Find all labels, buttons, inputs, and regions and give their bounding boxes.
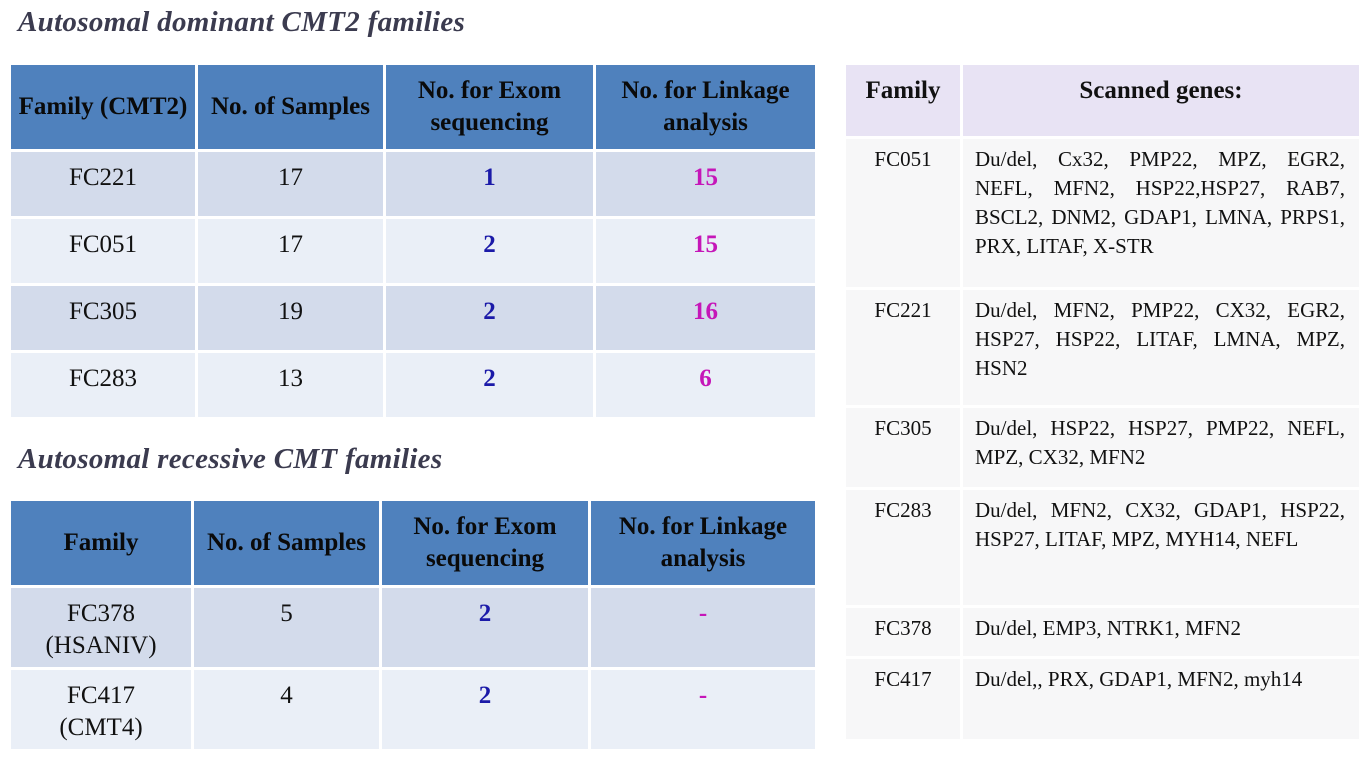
header-scanned-genes: Scanned genes: <box>963 65 1359 136</box>
family-cell: FC221 <box>846 290 960 405</box>
exom-cell: 1 <box>386 152 593 216</box>
exom-cell: 2 <box>386 219 593 283</box>
header-family: Family <box>11 501 191 585</box>
family-cell: FC283 <box>11 353 195 417</box>
header-linkage: No. for Linkage analysis <box>591 501 815 585</box>
table-row: FC221 17 1 15 <box>11 152 815 216</box>
table-row: FC378 (HSANIV) 5 2 - <box>11 588 815 667</box>
family-id: FC378 <box>66 600 136 627</box>
recessive-title: Autosomal recessive CMT families <box>18 443 443 475</box>
scanned-genes-table: Family Scanned genes: FC051 Du/del, Cx32… <box>843 62 1362 742</box>
genes-cell: Du/del, EMP3, NTRK1, MFN2 <box>963 608 1359 656</box>
family-cell: FC051 <box>11 219 195 283</box>
linkage-cell: - <box>591 588 815 667</box>
exom-cell: 2 <box>386 286 593 350</box>
table-row: FC051 Du/del, Cx32, PMP22, MPZ, EGR2, NE… <box>846 139 1359 287</box>
exom-cell: 2 <box>382 588 588 667</box>
family-subtype: (HSANIV) <box>45 632 157 659</box>
family-subtype: (CMT4) <box>59 714 143 741</box>
family-id: FC417 <box>66 682 136 709</box>
genes-cell: Du/del, MFN2, PMP22, CX32, EGR2, HSP27, … <box>963 290 1359 405</box>
family-cell: FC221 <box>11 152 195 216</box>
family-cell: FC378 <box>846 608 960 656</box>
linkage-cell: 15 <box>596 152 815 216</box>
recessive-families-table: Family No. of Samples No. for Exom seque… <box>8 498 818 752</box>
header-exom: No. for Exom sequencing <box>386 65 593 149</box>
family-cell: FC305 <box>846 408 960 487</box>
family-cell: FC417 <box>846 659 960 739</box>
genes-cell: Du/del, Cx32, PMP22, MPZ, EGR2, NEFL, MF… <box>963 139 1359 287</box>
table-row: FC283 Du/del, MFN2, CX32, GDAP1, HSP22, … <box>846 490 1359 605</box>
table-header-row: Family Scanned genes: <box>846 65 1359 136</box>
family-cell: FC283 <box>846 490 960 605</box>
genes-cell: Du/del, HSP22, HSP27, PMP22, NEFL, MPZ, … <box>963 408 1359 487</box>
table-row: FC221 Du/del, MFN2, PMP22, CX32, EGR2, H… <box>846 290 1359 405</box>
table-row: FC305 19 2 16 <box>11 286 815 350</box>
samples-cell: 19 <box>198 286 383 350</box>
header-samples: No. of Samples <box>194 501 379 585</box>
header-samples: No. of Samples <box>198 65 383 149</box>
table-row: FC417 Du/del,, PRX, GDAP1, MFN2, myh14 <box>846 659 1359 739</box>
family-cell: FC378 (HSANIV) <box>11 588 191 667</box>
table-row: FC283 13 2 6 <box>11 353 815 417</box>
genes-cell: Du/del, MFN2, CX32, GDAP1, HSP22, HSP27,… <box>963 490 1359 605</box>
table-row: FC051 17 2 15 <box>11 219 815 283</box>
table-header-row: Family (CMT2) No. of Samples No. for Exo… <box>11 65 815 149</box>
header-linkage: No. for Linkage analysis <box>596 65 815 149</box>
linkage-cell: 15 <box>596 219 815 283</box>
header-family: Family <box>846 65 960 136</box>
samples-cell: 5 <box>194 588 379 667</box>
family-cell: FC051 <box>846 139 960 287</box>
table-row: FC305 Du/del, HSP22, HSP27, PMP22, NEFL,… <box>846 408 1359 487</box>
linkage-cell: - <box>591 670 815 749</box>
table-row: FC417 (CMT4) 4 2 - <box>11 670 815 749</box>
family-cell: FC417 (CMT4) <box>11 670 191 749</box>
dominant-title: Autosomal dominant CMT2 families <box>18 6 466 38</box>
linkage-cell: 6 <box>596 353 815 417</box>
linkage-cell: 16 <box>596 286 815 350</box>
exom-cell: 2 <box>382 670 588 749</box>
family-cell: FC305 <box>11 286 195 350</box>
samples-cell: 4 <box>194 670 379 749</box>
samples-cell: 13 <box>198 353 383 417</box>
dominant-families-table: Family (CMT2) No. of Samples No. for Exo… <box>8 62 818 420</box>
table-row: FC378 Du/del, EMP3, NTRK1, MFN2 <box>846 608 1359 656</box>
table-header-row: Family No. of Samples No. for Exom seque… <box>11 501 815 585</box>
exom-cell: 2 <box>386 353 593 417</box>
samples-cell: 17 <box>198 219 383 283</box>
header-exom: No. for Exom sequencing <box>382 501 588 585</box>
header-family: Family (CMT2) <box>11 65 195 149</box>
samples-cell: 17 <box>198 152 383 216</box>
genes-cell: Du/del,, PRX, GDAP1, MFN2, myh14 <box>963 659 1359 739</box>
